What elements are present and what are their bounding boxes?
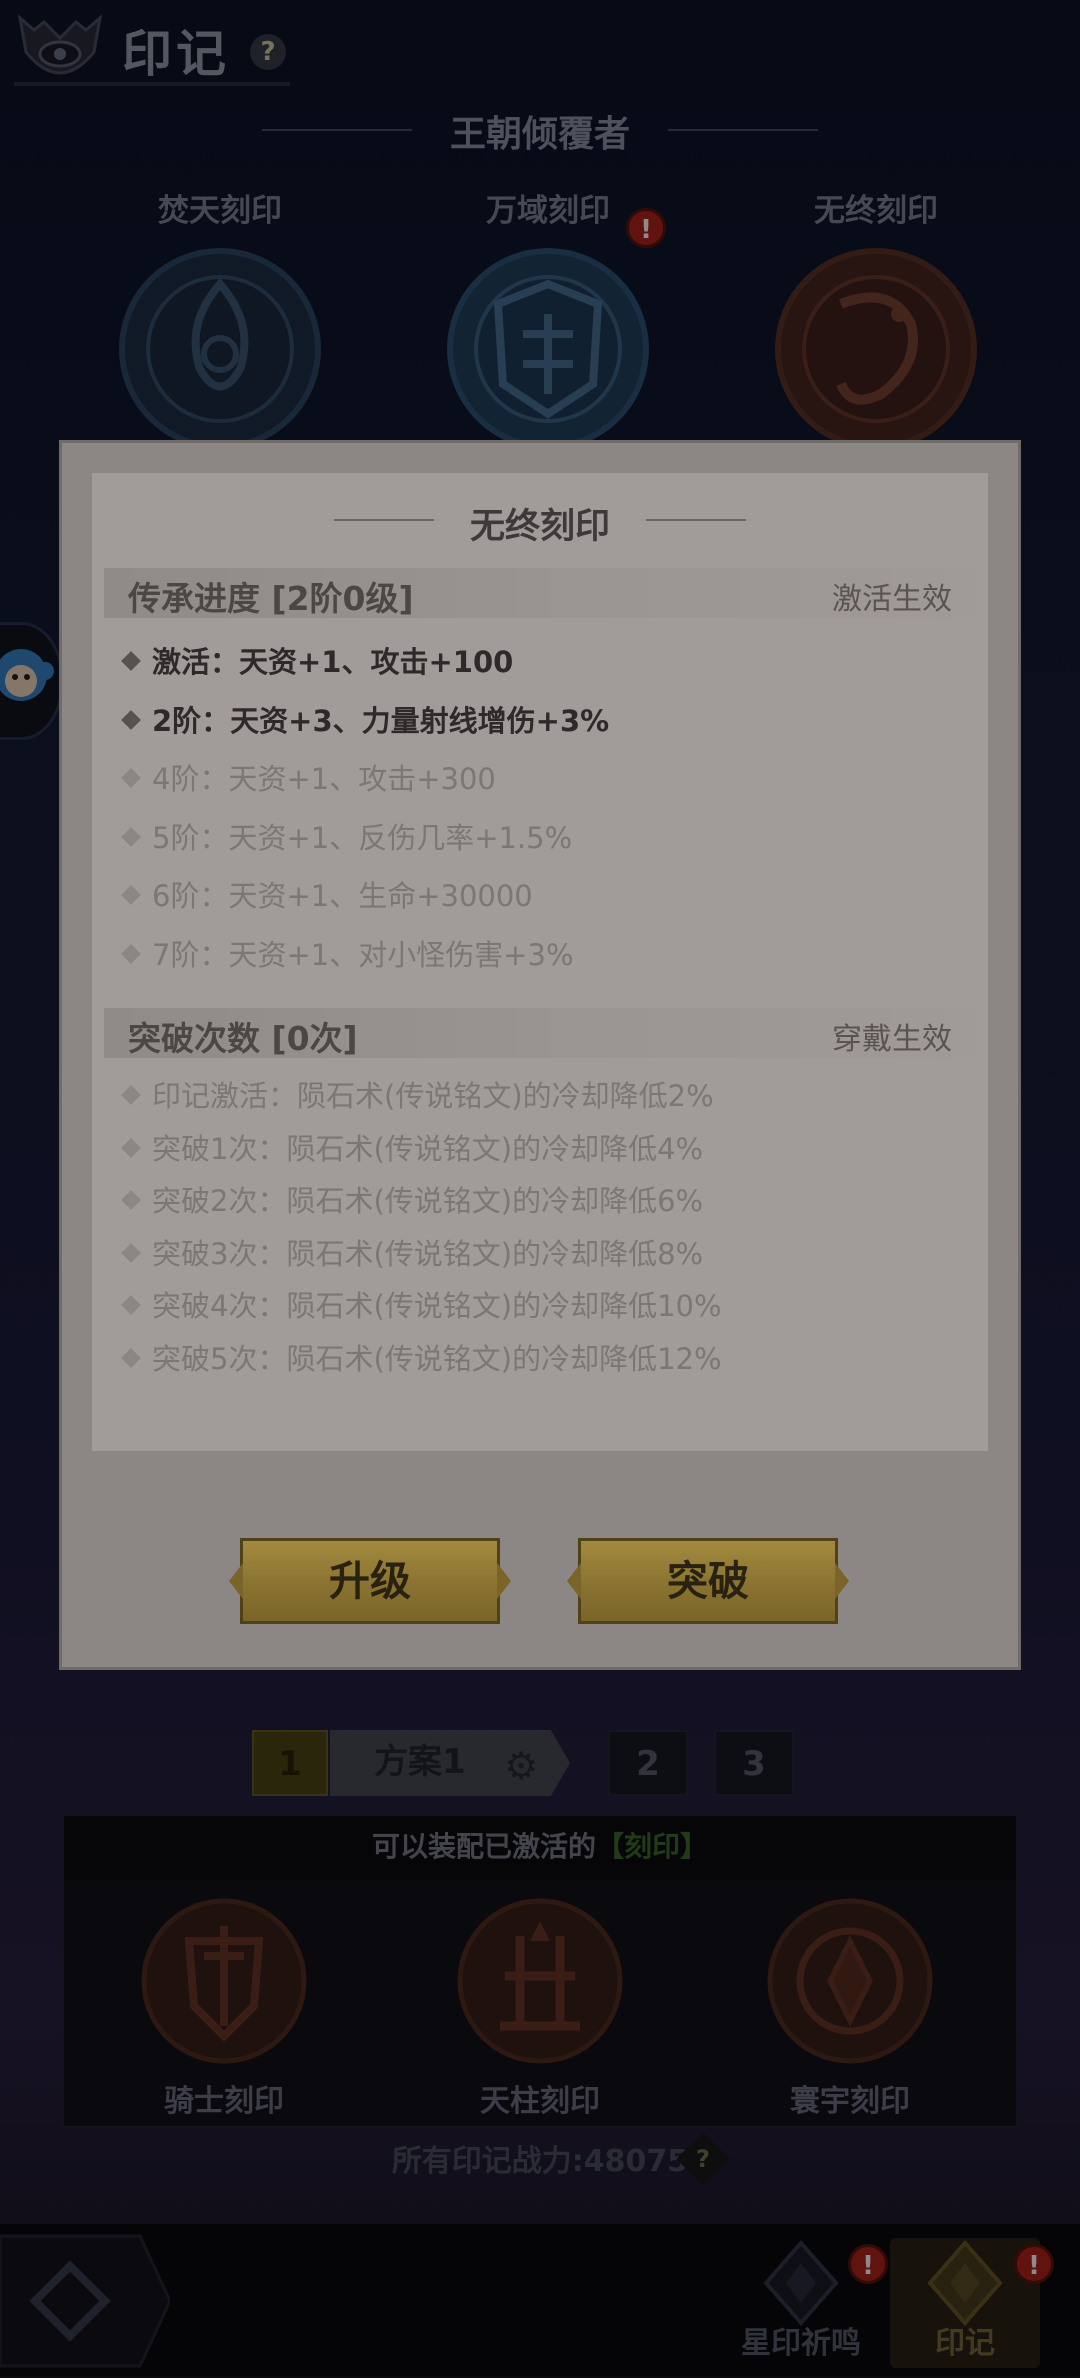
effect-line: 突破5次：陨石术(传说铭文)的冷却降低12% — [121, 1336, 722, 1378]
effect-line: 5阶：天资+1、反伤几率+1.5% — [121, 815, 573, 857]
seal-fentian[interactable]: 焚天刻印 — [100, 185, 340, 458]
plan-tab-2[interactable]: 2 — [608, 1730, 688, 1796]
alert-badge-star-pray: ! — [848, 2244, 888, 2284]
help-icon: ? — [696, 2145, 710, 2173]
diamond-bullet-icon — [121, 885, 141, 905]
effect-text: 7阶：天资+1、对小怪伤害+3% — [152, 937, 574, 972]
alert-badge-seal: ! — [1014, 2244, 1054, 2284]
flame-seal-icon — [119, 248, 321, 450]
diamond-bullet-icon — [121, 709, 141, 730]
breakthrough-section-header: 突破次数 [0次] 穿戴生效 — [104, 1008, 976, 1058]
effect-line: 突破2次：陨石术(传说铭文)的冷却降低6% — [121, 1178, 704, 1220]
diamond-bullet-icon — [121, 1347, 141, 1368]
effect-line: 印记激活：陨石术(传说铭文)的冷却降低2% — [121, 1073, 714, 1115]
seal-wuzhong[interactable]: 无终刻印 — [756, 185, 996, 458]
effect-line: 4阶：天资+1、攻击+300 — [121, 756, 496, 798]
title-underline — [14, 82, 290, 86]
effect-line: 2阶：天资+3、力量射线增伤+3% — [121, 698, 610, 740]
top-bar: 印记 ? — [0, 0, 1080, 96]
plan-tab-3[interactable]: 3 — [714, 1730, 794, 1796]
seal-detail-popup: 无终刻印 传承进度 [2阶0级] 激活生效 激活：天资+1、攻击+100 2阶：天… — [62, 443, 1018, 1667]
monkey-avatar-button[interactable] — [0, 622, 64, 740]
breakthrough-effect: 穿戴生效 — [832, 1022, 952, 1057]
equip-panel: 可以装配已激活的【刻印】 骑士刻印 天柱刻印 寰宇刻印 — [62, 1814, 1018, 2128]
dynasty-header: 王朝倾覆者 — [0, 105, 1080, 155]
effect-text: 6阶：天资+1、生命+30000 — [152, 879, 533, 913]
effect-text: 突破5次：陨石术(传说铭文)的冷却降低12% — [152, 1341, 722, 1376]
emblem-nav-icon[interactable] — [0, 2226, 170, 2376]
seal-name: 焚天刻印 — [158, 193, 282, 229]
equip-item-knight[interactable]: 骑士刻印 — [104, 1896, 344, 2120]
seal-nav-icon — [927, 2239, 1003, 2327]
eye-emblem-icon — [17, 14, 103, 75]
dynasty-title: 王朝倾覆者 — [449, 114, 630, 155]
diamond-bullet-icon — [121, 1242, 141, 1263]
effect-text: 突破3次：陨石术(传说铭文)的冷却降低8% — [152, 1236, 704, 1271]
page-title: 印记 — [122, 25, 230, 83]
effect-line: 7阶：天资+1、对小怪伤害+3% — [121, 932, 574, 974]
effect-text: 激活：天资+1、攻击+100 — [152, 645, 514, 679]
effect-line: 突破1次：陨石术(传说铭文)的冷却降低4% — [121, 1126, 704, 1168]
shield-seal-icon — [447, 248, 649, 450]
effect-line: 6阶：天资+1、生命+30000 — [121, 873, 533, 915]
star-seal-nav-icon — [763, 2239, 839, 2327]
equip-header-text: 可以装配已激活的 — [371, 1830, 596, 1863]
equip-header-highlight: 【刻印】 — [596, 1830, 709, 1863]
effect-line: 激活：天资+1、攻击+100 — [121, 639, 514, 681]
effect-text: 5阶：天资+1、反伤几率+1.5% — [152, 820, 573, 855]
equip-name: 天柱刻印 — [480, 2084, 600, 2119]
monkey-icon — [0, 649, 54, 701]
effect-text: 印记激活：陨石术(传说铭文)的冷却降低2% — [152, 1079, 714, 1113]
diamond-bullet-icon — [121, 1190, 141, 1210]
breakthrough-title: 突破次数 [0次] — [128, 1019, 358, 1058]
pillar-seal-icon — [457, 1898, 623, 2064]
popup-title: 无终刻印 — [469, 507, 610, 547]
gear-icon[interactable]: ⚙ — [504, 1744, 538, 1788]
equip-item-tianzhu[interactable]: 天柱刻印 — [420, 1896, 660, 2120]
equip-name: 寰宇刻印 — [790, 2084, 910, 2119]
diamond-bullet-icon — [121, 1085, 141, 1105]
equip-name: 骑士刻印 — [164, 2084, 284, 2119]
breakthrough-button[interactable]: 突破 — [567, 1538, 849, 1624]
equip-header: 可以装配已激活的【刻印】 — [64, 1816, 1016, 1880]
equip-item-huanyu[interactable]: 寰宇刻印 — [730, 1896, 970, 2120]
help-button[interactable]: ? — [250, 34, 286, 70]
inherit-section-header: 传承进度 [2阶0级] 激活生效 — [104, 568, 976, 618]
alert-badge-wanyu: ! — [626, 208, 666, 248]
universe-seal-icon — [767, 1898, 933, 2064]
diamond-bullet-icon — [121, 651, 141, 671]
dragon-seal-icon — [775, 248, 977, 450]
nav-label: 星印祈鸣 — [741, 2326, 861, 2361]
inherit-effect: 激活生效 — [832, 582, 952, 617]
knight-seal-icon — [141, 1898, 307, 2064]
effect-text: 突破1次：陨石术(传说铭文)的冷却降低4% — [152, 1131, 704, 1166]
diamond-bullet-icon — [121, 768, 141, 788]
total-power: 所有印记战力:48075 — [391, 2144, 689, 2179]
diamond-bullet-icon — [121, 1137, 141, 1158]
diamond-bullet-icon — [121, 1295, 141, 1315]
power-help-button[interactable]: ? — [676, 2132, 730, 2186]
upgrade-button[interactable]: 升级 — [229, 1538, 511, 1624]
effect-line: 突破3次：陨石术(传说铭文)的冷却降低8% — [121, 1231, 704, 1273]
effect-line: 突破4次：陨石术(传说铭文)的冷却降低10% — [121, 1283, 722, 1325]
effect-text: 突破4次：陨石术(传说铭文)的冷却降低10% — [152, 1289, 722, 1323]
plan-tab-1-number[interactable]: 1 — [252, 1730, 328, 1796]
effect-text: 4阶：天资+1、攻击+300 — [152, 762, 496, 796]
seal-name: 无终刻印 — [814, 193, 938, 229]
nav-label: 印记 — [935, 2326, 995, 2361]
effect-text: 突破2次：陨石术(传说铭文)的冷却降低6% — [152, 1184, 704, 1218]
inherit-title: 传承进度 [2阶0级] — [128, 579, 414, 618]
effect-text: 2阶：天资+3、力量射线增伤+3% — [152, 703, 610, 738]
diamond-bullet-icon — [121, 826, 141, 847]
diamond-bullet-icon — [121, 943, 141, 964]
